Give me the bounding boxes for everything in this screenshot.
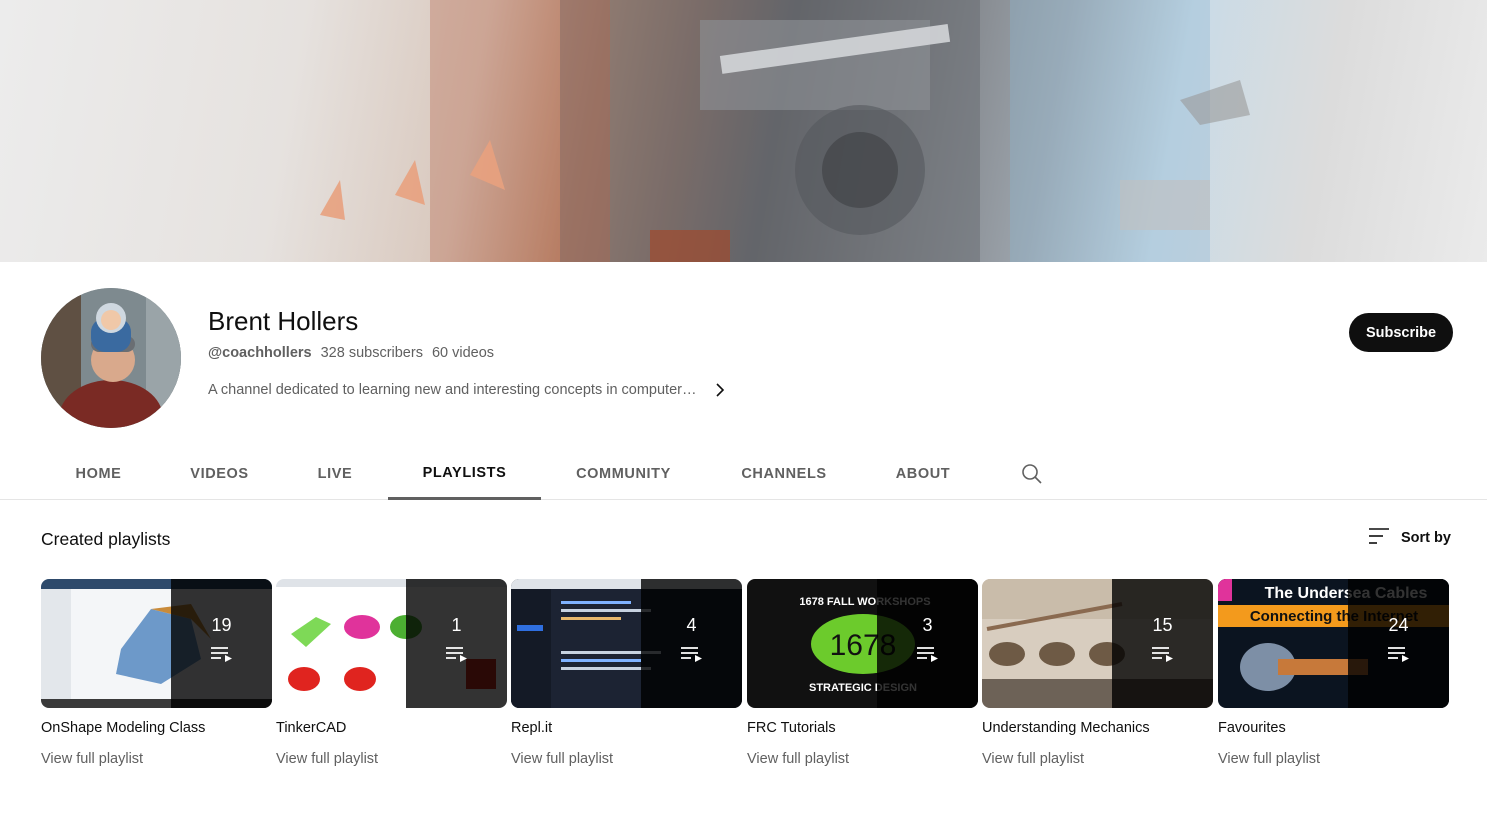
channel-tabs: HOME VIDEOS LIVE PLAYLISTS COMMUNITY CHA… bbox=[0, 448, 1487, 500]
tab-playlists[interactable]: PLAYLISTS bbox=[388, 448, 541, 500]
playlist-title[interactable]: Repl.it bbox=[511, 720, 742, 736]
playlist-card: 1 TinkerCAD View full playlist bbox=[276, 579, 507, 767]
playlist-video-count: 4 bbox=[686, 614, 697, 635]
subscriber-count: 328 subscribers bbox=[320, 345, 423, 361]
sort-icon bbox=[1367, 526, 1391, 550]
tab-channels[interactable]: CHANNELS bbox=[725, 448, 843, 500]
view-full-playlist-link[interactable]: View full playlist bbox=[747, 751, 978, 767]
channel-avatar bbox=[41, 288, 181, 428]
playlist-count-overlay: 4 bbox=[641, 579, 742, 708]
channel-handle: @coachhollers bbox=[208, 345, 312, 361]
playlist-count-overlay: 1 bbox=[406, 579, 507, 708]
tab-about[interactable]: ABOUT bbox=[880, 448, 966, 500]
channel-description-text: A channel dedicated to learning new and … bbox=[208, 382, 697, 398]
sort-by-button[interactable]: Sort by bbox=[1367, 526, 1451, 550]
view-full-playlist-link[interactable]: View full playlist bbox=[982, 751, 1213, 767]
playlist-video-count: 3 bbox=[922, 614, 933, 635]
playlist-card: The Undersea Cables Connecting the Inter… bbox=[1218, 579, 1449, 767]
playlist-thumbnail[interactable]: 1678 FALL WORKSHOPS 1678 STRATEGIC DESIG… bbox=[747, 579, 978, 708]
tab-home[interactable]: HOME bbox=[41, 448, 156, 500]
playlist-card: 15 Understanding Mechanics View full pla… bbox=[982, 579, 1213, 767]
playlist-title[interactable]: Favourites bbox=[1218, 720, 1449, 736]
playlist-card: 1678 FALL WORKSHOPS 1678 STRATEGIC DESIG… bbox=[747, 579, 978, 767]
chevron-right-icon[interactable] bbox=[710, 380, 730, 400]
playlist-title[interactable]: Understanding Mechanics bbox=[982, 720, 1213, 736]
view-full-playlist-link[interactable]: View full playlist bbox=[511, 751, 742, 767]
tab-live[interactable]: LIVE bbox=[300, 448, 370, 500]
playlist-count-overlay: 19 bbox=[171, 579, 272, 708]
playlist-queue-icon bbox=[1387, 646, 1411, 667]
playlist-thumbnail[interactable]: 15 bbox=[982, 579, 1213, 708]
section-title: Created playlists bbox=[41, 529, 171, 549]
playlist-thumbnail[interactable]: 4 bbox=[511, 579, 742, 708]
channel-name: Brent Hollers bbox=[208, 306, 359, 336]
channel-banner bbox=[0, 0, 1487, 262]
view-full-playlist-link[interactable]: View full playlist bbox=[276, 751, 507, 767]
playlist-queue-icon bbox=[445, 646, 469, 667]
playlist-video-count: 1 bbox=[451, 614, 462, 635]
playlist-video-count: 24 bbox=[1388, 614, 1409, 635]
view-full-playlist-link[interactable]: View full playlist bbox=[1218, 751, 1449, 767]
playlist-thumbnail[interactable]: The Undersea Cables Connecting the Inter… bbox=[1218, 579, 1449, 708]
subscribe-button[interactable]: Subscribe bbox=[1349, 313, 1453, 352]
playlist-queue-icon bbox=[680, 646, 704, 667]
playlist-title[interactable]: OnShape Modeling Class bbox=[41, 720, 272, 736]
playlist-card: 19 OnShape Modeling Class View full play… bbox=[41, 579, 272, 767]
playlist-title[interactable]: TinkerCAD bbox=[276, 720, 507, 736]
playlist-queue-icon bbox=[210, 646, 234, 667]
playlist-thumbnail[interactable]: 1 bbox=[276, 579, 507, 708]
playlist-count-overlay: 3 bbox=[877, 579, 978, 708]
view-full-playlist-link[interactable]: View full playlist bbox=[41, 751, 272, 767]
playlist-queue-icon bbox=[1151, 646, 1175, 667]
channel-description[interactable]: A channel dedicated to learning new and … bbox=[208, 380, 730, 400]
tab-videos[interactable]: VIDEOS bbox=[166, 448, 273, 500]
turbocharger-banner-art bbox=[320, 0, 1250, 262]
playlist-title[interactable]: FRC Tutorials bbox=[747, 720, 978, 736]
video-count: 60 videos bbox=[431, 345, 495, 361]
playlist-video-count: 15 bbox=[1152, 614, 1173, 635]
playlist-thumbnail[interactable]: 19 bbox=[41, 579, 272, 708]
playlist-queue-icon bbox=[916, 646, 940, 667]
playlist-count-overlay: 24 bbox=[1348, 579, 1449, 708]
tab-community[interactable]: COMMUNITY bbox=[558, 448, 689, 500]
search-icon[interactable] bbox=[1020, 462, 1044, 486]
channel-meta: @coachhollers 328 subscribers 60 videos bbox=[208, 345, 494, 361]
playlist-card: 4 Repl.it View full playlist bbox=[511, 579, 742, 767]
playlist-video-count: 19 bbox=[211, 614, 232, 635]
playlist-count-overlay: 15 bbox=[1112, 579, 1213, 708]
sort-by-label: Sort by bbox=[1401, 530, 1451, 546]
